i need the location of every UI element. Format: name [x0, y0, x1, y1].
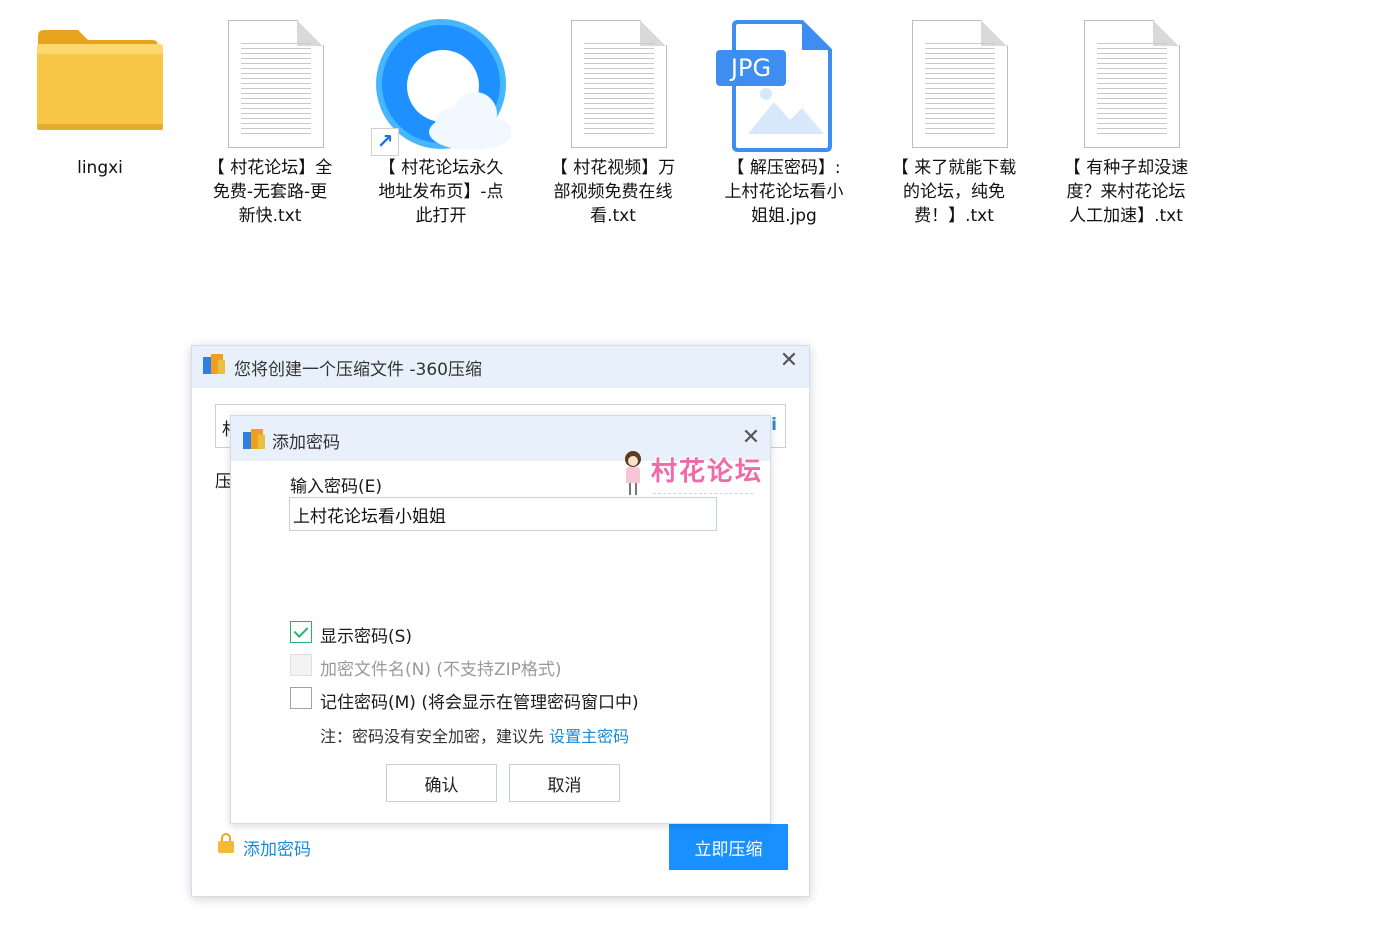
- browser-shortcut-icon: ↗: [371, 14, 511, 156]
- desktop-item-shortcut[interactable]: ↗ 【 村花论坛永久 地址发布页】-点 此打开: [371, 14, 511, 228]
- folder-icon: [30, 14, 170, 154]
- jpg-badge: JPG: [716, 50, 786, 86]
- desktop-item-txt-4[interactable]: 【 有种子却没速 度？来村花论坛 人工加速】.txt: [1056, 14, 1196, 228]
- watermark-logo: 村花论坛: [623, 451, 773, 501]
- text-file-icon: [884, 14, 1024, 154]
- add-password-dialog: 添加密码 ✕ 村花论坛 输入密码(E) 显示密码(S) 加密文件名(N) (不支…: [230, 415, 771, 824]
- shortcut-arrow-icon: ↗: [371, 128, 399, 156]
- set-master-password-link[interactable]: 设置主密码: [549, 727, 629, 746]
- password-input[interactable]: [289, 497, 717, 531]
- compress-dialog-title: 您将创建一个压缩文件 -360压缩: [234, 360, 482, 380]
- password-input-label: 输入密码(E): [290, 477, 383, 497]
- desktop-item-folder-lingxi[interactable]: lingxi: [30, 14, 170, 180]
- watermark-text: 村花论坛: [651, 457, 764, 487]
- confirm-button[interactable]: 确认: [386, 764, 497, 802]
- desktop-item-label: 【 来了就能下载 的论坛，纯免 费！】.txt: [891, 158, 1017, 226]
- show-password-checkbox[interactable]: [290, 621, 312, 643]
- desktop-item-label: 【 村花视频】万 部视频免费在线 看.txt: [550, 158, 676, 226]
- desktop-item-txt-2[interactable]: 【 村花视频】万 部视频免费在线 看.txt: [543, 14, 683, 228]
- text-file-icon: [1056, 14, 1196, 154]
- desktop-item-label: 【 有种子却没速 度？来村花论坛 人工加速】.txt: [1063, 158, 1189, 226]
- remember-password-label: 记住密码(M) (将会显示在管理密码窗口中): [320, 693, 639, 713]
- desktop-item-txt-1[interactable]: 【 村花论坛】全 免费-无套路-更 新快.txt: [200, 14, 340, 228]
- text-file-icon: [200, 14, 340, 154]
- password-dialog-title: 添加密码: [272, 433, 340, 453]
- close-icon[interactable]: ✕: [777, 349, 801, 373]
- encrypt-filename-checkbox: [290, 654, 312, 676]
- path-info-icon[interactable]: i: [771, 415, 777, 435]
- desktop-item-label: 【 村花论坛永久 地址发布页】-点 此打开: [378, 158, 504, 226]
- desktop-item-label: 【 村花论坛】全 免费-无套路-更 新快.txt: [207, 158, 333, 226]
- security-note-text: 注：密码没有安全加密，建议先: [320, 727, 550, 746]
- unlock-icon: [218, 833, 234, 853]
- desktop-item-txt-3[interactable]: 【 来了就能下载 的论坛，纯免 费！】.txt: [884, 14, 1024, 228]
- text-file-icon: [543, 14, 683, 154]
- desktop-item-label: lingxi: [77, 158, 123, 178]
- cartoon-girl-icon: [623, 451, 643, 495]
- compress-now-button[interactable]: 立即压缩: [669, 824, 788, 870]
- add-password-link[interactable]: 添加密码: [243, 835, 311, 860]
- 360zip-app-icon: [243, 429, 265, 449]
- remember-password-checkbox[interactable]: [290, 687, 312, 709]
- 360zip-app-icon: [203, 354, 225, 374]
- cancel-button[interactable]: 取消: [509, 764, 620, 802]
- desktop-item-jpg[interactable]: JPG 【 解压密码】: 上村花论坛看小 姐姐.jpg: [714, 14, 854, 228]
- close-icon[interactable]: ✕: [739, 426, 763, 450]
- compress-dialog-titlebar[interactable]: 您将创建一个压缩文件 -360压缩 ✕: [192, 346, 809, 388]
- encrypt-filename-label: 加密文件名(N) (不支持ZIP格式): [320, 660, 562, 680]
- desktop-item-label: 【 解压密码】: 上村花论坛看小 姐姐.jpg: [724, 158, 844, 226]
- jpg-file-icon: JPG: [714, 14, 854, 154]
- security-note: 注：密码没有安全加密，建议先 设置主密码: [320, 723, 629, 747]
- show-password-label: 显示密码(S): [320, 627, 413, 647]
